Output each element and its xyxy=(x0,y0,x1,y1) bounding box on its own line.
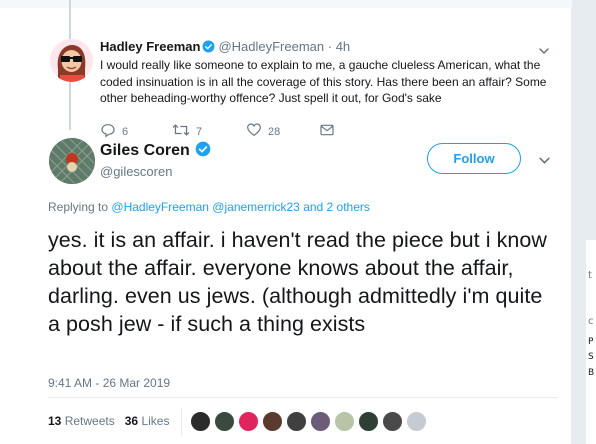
retweet-count: 7 xyxy=(196,125,203,138)
replying-prefix: Replying to xyxy=(48,200,109,214)
reply-action[interactable]: 6 xyxy=(100,122,128,141)
parent-author-name[interactable]: Hadley Freeman xyxy=(100,39,200,54)
side-fragment: c xyxy=(588,316,594,327)
like-count: 28 xyxy=(268,125,281,138)
likes-label: Likes xyxy=(141,414,170,428)
liker-avatar[interactable] xyxy=(262,411,283,432)
main-author-handle[interactable]: @gilescoren xyxy=(100,164,172,179)
others-link[interactable]: and 2 others xyxy=(303,200,370,214)
retweets-label: Retweets xyxy=(64,414,115,428)
top-edge xyxy=(0,0,572,8)
liker-avatar[interactable] xyxy=(382,411,403,432)
side-fragment: P xyxy=(588,337,594,347)
liker-avatar[interactable] xyxy=(190,411,211,432)
liker-avatar[interactable] xyxy=(238,411,259,432)
reply-count: 6 xyxy=(122,125,129,138)
verified-icon xyxy=(202,40,215,56)
tweet-stats: 13 Retweets 36 Likes xyxy=(48,414,169,428)
likes-stat[interactable]: 36 Likes xyxy=(125,414,170,428)
reply-icon xyxy=(100,122,116,141)
side-fragment: t xyxy=(588,270,592,281)
retweet-icon xyxy=(172,122,190,141)
main-author-name-text: Giles Coren xyxy=(100,142,190,159)
parent-author-handle[interactable]: @HadleyFreeman xyxy=(218,39,324,54)
envelope-icon xyxy=(319,122,335,141)
heart-icon xyxy=(246,122,262,141)
replying-to: Replying to @HadleyFreeman @janemerrick2… xyxy=(48,200,370,214)
divider xyxy=(48,397,558,398)
follow-button[interactable]: Follow xyxy=(427,143,521,174)
verified-icon xyxy=(195,141,211,162)
retweets-stat[interactable]: 13 Retweets xyxy=(48,414,115,428)
side-fragment: B xyxy=(588,368,595,378)
stats-separator xyxy=(181,408,182,436)
parent-tweet[interactable]: Hadley Freeman @HadleyFreeman · 4h I woul… xyxy=(0,18,572,138)
parent-timestamp[interactable]: · 4h xyxy=(328,39,350,54)
parent-header: Hadley Freeman @HadleyFreeman · 4h xyxy=(100,39,350,56)
dm-action[interactable] xyxy=(319,122,335,141)
retweet-action[interactable]: 7 xyxy=(172,122,202,141)
tweet-detail-card: Hadley Freeman @HadleyFreeman · 4h I woul… xyxy=(0,0,572,444)
liker-avatar[interactable] xyxy=(214,411,235,432)
main-tweet-text: yes. it is an affair. i haven't read the… xyxy=(48,228,547,336)
liker-avatar[interactable] xyxy=(310,411,331,432)
likers-avatars xyxy=(190,411,427,432)
main-avatar[interactable] xyxy=(49,138,95,184)
liker-avatar[interactable] xyxy=(334,411,355,432)
parent-avatar[interactable] xyxy=(50,39,93,82)
main-timestamp[interactable]: 9:41 AM - 26 Mar 2019 xyxy=(48,376,170,390)
side-fragment: S xyxy=(588,352,594,362)
liker-avatar[interactable] xyxy=(286,411,307,432)
like-action[interactable]: 28 xyxy=(246,122,280,141)
main-author-name[interactable]: Giles Coren xyxy=(100,141,214,162)
chevron-down-icon[interactable] xyxy=(538,154,551,172)
liker-avatar[interactable] xyxy=(358,411,379,432)
mention-link[interactable]: @janemerrick23 xyxy=(212,200,300,214)
likes-count: 36 xyxy=(124,414,139,428)
liker-avatar[interactable] xyxy=(406,411,427,432)
parent-tweet-text: I would really like someone to explain t… xyxy=(100,58,547,105)
retweets-count: 13 xyxy=(48,414,62,428)
mention-link[interactable]: @HadleyFreeman xyxy=(111,200,209,214)
